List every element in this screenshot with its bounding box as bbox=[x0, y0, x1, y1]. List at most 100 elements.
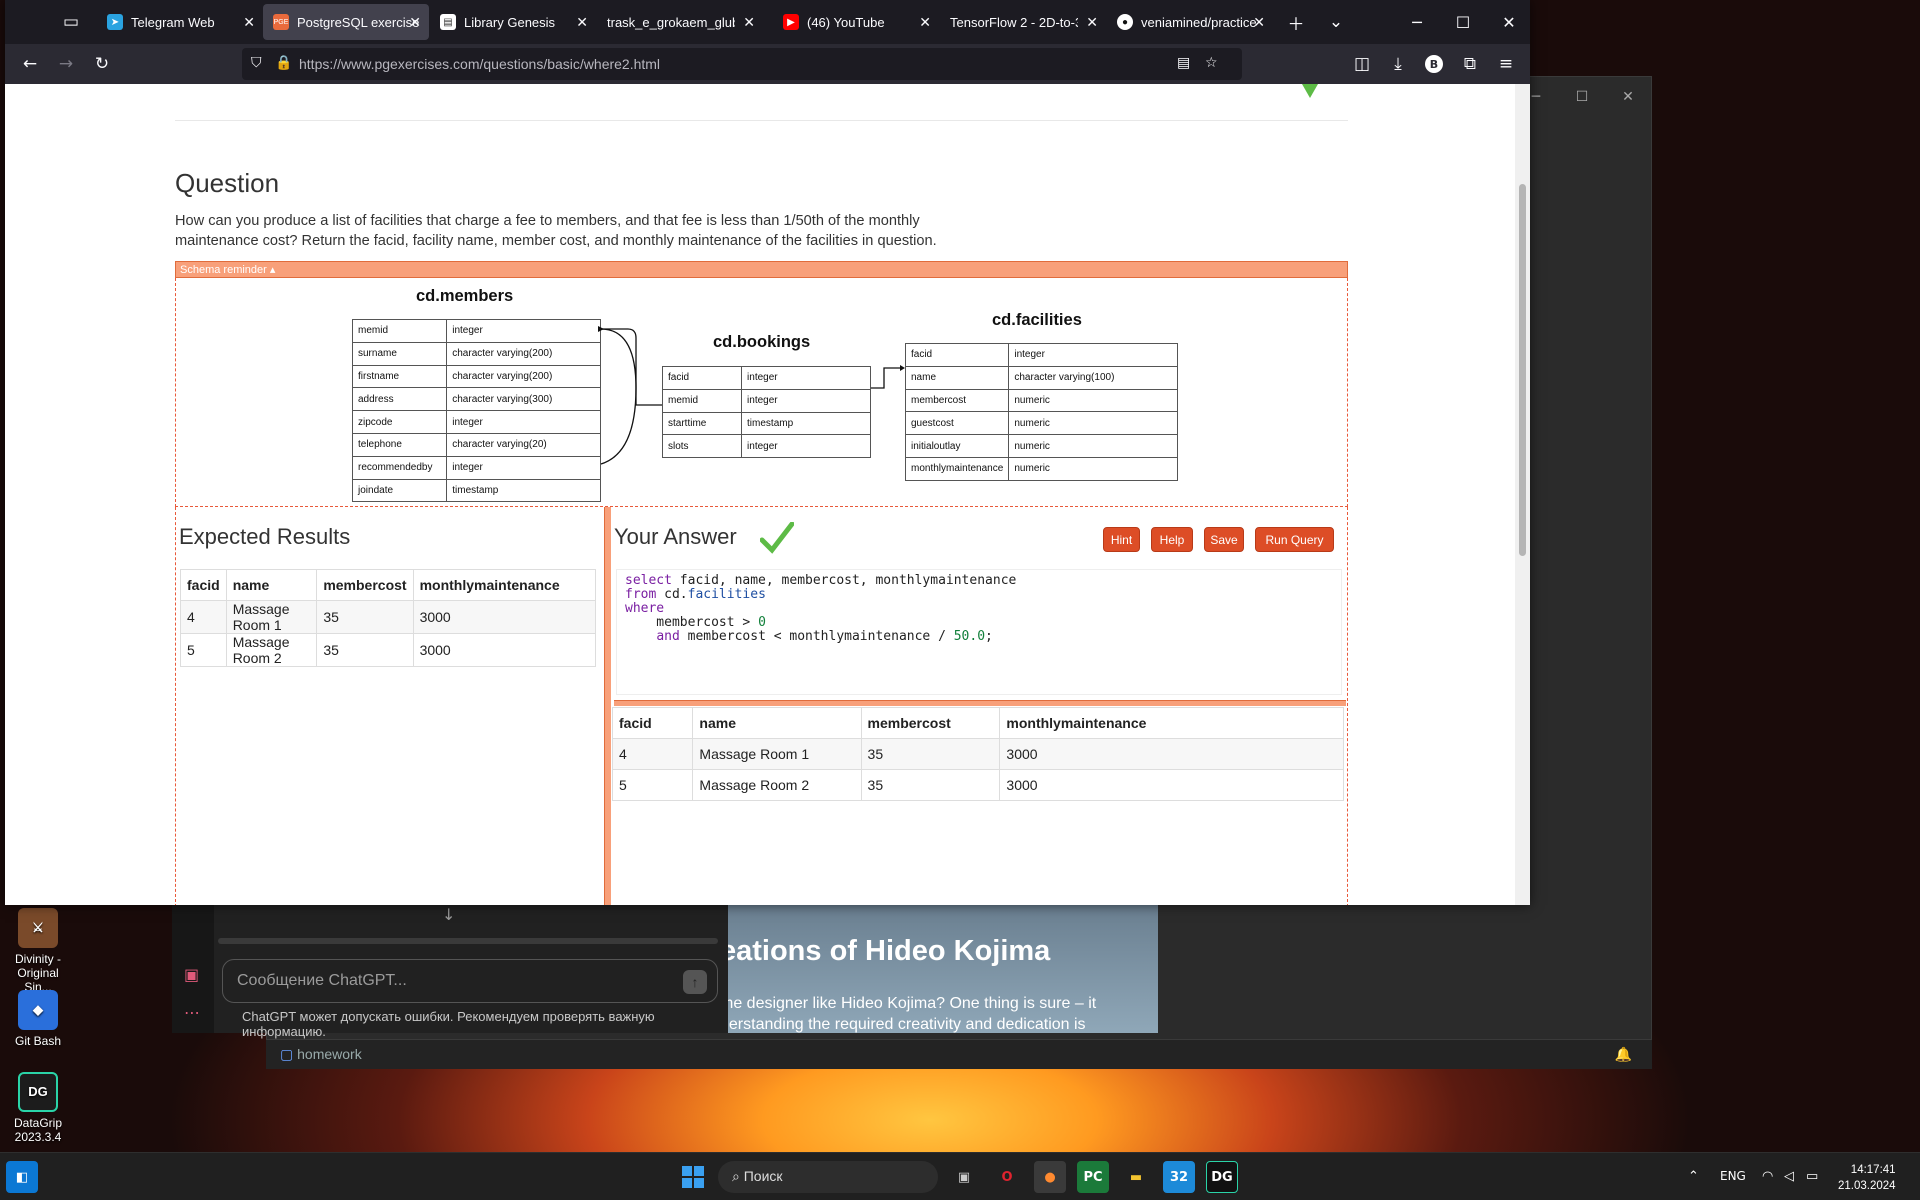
battery-icon[interactable]: ▭ bbox=[1806, 1169, 1818, 1184]
your-answer-title: Your Answer bbox=[614, 524, 737, 549]
check-icon bbox=[760, 522, 794, 554]
extensions-icon[interactable]: ⧉ bbox=[1456, 50, 1484, 78]
code-token: membercost < monthlymaintenance / bbox=[679, 629, 954, 644]
forward-icon[interactable]: → bbox=[52, 50, 80, 78]
table-cell: Massage Room 2 bbox=[225, 633, 318, 667]
task-view-icon[interactable]: ▣ bbox=[948, 1161, 980, 1193]
scrollbar-thumb[interactable] bbox=[1519, 184, 1526, 556]
chevron-down-icon[interactable]: ⌄ bbox=[1322, 8, 1350, 36]
clock[interactable]: 14:17:41 21.03.2024 bbox=[1838, 1162, 1896, 1194]
tab-label: (46) YouTube bbox=[807, 14, 885, 30]
telegram-icon: ➤ bbox=[107, 14, 123, 30]
chatgpt-scrollbar[interactable] bbox=[218, 938, 718, 944]
schema-diagram: cd.members memid integer surname character … bbox=[175, 278, 1348, 507]
file-explorer-icon[interactable]: ▬ bbox=[1120, 1161, 1152, 1193]
relation-line bbox=[601, 328, 662, 406]
tab-youtube[interactable]: ▶ (46) YouTube ✕ bbox=[773, 4, 939, 40]
folder-icon: ▢ bbox=[280, 1046, 298, 1062]
reload-icon[interactable]: ↻ bbox=[88, 50, 116, 78]
tab-library-genesis[interactable]: ▤ Library Genesis ✕ bbox=[430, 4, 596, 40]
close-icon[interactable]: ✕ bbox=[576, 14, 588, 31]
hint-button[interactable]: Hint bbox=[1103, 527, 1140, 552]
github-icon: ● bbox=[1117, 14, 1133, 30]
wifi-icon[interactable]: ◠ bbox=[1762, 1169, 1773, 1184]
url-text[interactable]: https://www.pgexercises.com/questions/ba… bbox=[299, 56, 660, 72]
bookmark-star-icon[interactable]: ☆ bbox=[1205, 55, 1218, 71]
new-tab-icon[interactable]: ＋ bbox=[1282, 8, 1310, 36]
image-icon[interactable]: ▣ bbox=[184, 965, 199, 984]
close-window-icon[interactable]: ✕ bbox=[1486, 0, 1530, 44]
menu-icon[interactable]: ≡ bbox=[1492, 50, 1520, 78]
taskbar-search[interactable]: ⌕ Поиск bbox=[718, 1161, 938, 1193]
close-icon[interactable]: ✕ bbox=[1253, 14, 1265, 31]
volume-icon[interactable]: ◁ bbox=[1784, 1169, 1794, 1184]
close-icon[interactable]: ✕ bbox=[1605, 77, 1651, 117]
code-line: select facid, name, membercost, monthlym… bbox=[625, 574, 1333, 588]
url-bar[interactable]: ⛉ 🔒 https://www.pgexercises.com/question… bbox=[242, 48, 1242, 80]
table-cell: Massage Room 2 bbox=[692, 769, 862, 801]
app-32-icon[interactable]: 32 bbox=[1163, 1161, 1195, 1193]
tab-list-icon[interactable]: ▭ bbox=[57, 8, 85, 36]
code-line: where bbox=[625, 602, 1333, 616]
pocket-icon[interactable]: ◫ bbox=[1348, 50, 1376, 78]
shield-icon[interactable]: ⛉ bbox=[251, 55, 262, 71]
maximize-icon[interactable]: ☐ bbox=[1440, 0, 1486, 44]
schema-reminder-toggle[interactable]: Schema reminder ▴ bbox=[175, 261, 1348, 278]
bell-icon[interactable]: 🔔 bbox=[1615, 1046, 1632, 1063]
table-cell: 3000 bbox=[999, 769, 1344, 801]
table-cell: 3000 bbox=[412, 600, 597, 634]
send-icon[interactable]: ↑ bbox=[683, 970, 707, 994]
download-icon[interactable]: ⤓ bbox=[1384, 50, 1412, 78]
desktop-icon-divinity[interactable]: ⚔ Divinity - Original Sin... bbox=[2, 908, 74, 994]
firefox-icon[interactable]: ● bbox=[1034, 1161, 1066, 1193]
chevron-up-icon[interactable]: ⌃ bbox=[1688, 1169, 1699, 1184]
close-icon[interactable]: ✕ bbox=[1086, 14, 1098, 31]
git-bash-icon: ◆ bbox=[18, 990, 58, 1030]
close-icon[interactable]: ✕ bbox=[243, 14, 255, 31]
help-button[interactable]: Help bbox=[1151, 527, 1193, 552]
pgexercises-icon: PGE bbox=[273, 14, 289, 30]
page-scrollbar[interactable] bbox=[1515, 84, 1530, 905]
tab-github[interactable]: ● veniamined/practice ✕ bbox=[1107, 4, 1273, 40]
save-button[interactable]: Save bbox=[1204, 527, 1244, 552]
tab-trask[interactable]: trask_e_grokaem_glubok ✕ bbox=[597, 4, 763, 40]
question-text: How can you produce a list of facilities… bbox=[175, 213, 937, 249]
tab-telegram[interactable]: ➤ Telegram Web ✕ bbox=[97, 4, 263, 40]
panel-splitter[interactable] bbox=[604, 507, 611, 905]
profile-avatar[interactable]: B bbox=[1420, 50, 1448, 78]
minimize-icon[interactable]: ─ bbox=[1394, 0, 1440, 44]
column-header: facid bbox=[180, 569, 227, 601]
close-icon[interactable]: ✕ bbox=[409, 14, 421, 31]
chatgpt-message-input[interactable]: Сообщение ChatGPT... ↑ bbox=[222, 959, 718, 1003]
close-icon[interactable]: ✕ bbox=[919, 14, 931, 31]
taskbar: ◧ ⌕ Поиск ▣ O ● PC ▬ 32 DG ⌃ ENG ◠ ◁ ▭ 1… bbox=[0, 1152, 1920, 1200]
pycharm-icon[interactable]: PC bbox=[1077, 1161, 1109, 1193]
sql-editor[interactable]: select facid, name, membercost, monthlym… bbox=[616, 569, 1342, 695]
editor-results-divider[interactable] bbox=[614, 700, 1346, 706]
start-icon[interactable] bbox=[677, 1161, 709, 1193]
desktop-icon-label: DataGrip 2023.3.4 bbox=[13, 1116, 63, 1144]
widgets-icon[interactable]: ◧ bbox=[6, 1161, 38, 1193]
opera-icon[interactable]: O bbox=[991, 1161, 1023, 1193]
tab-postgresql[interactable]: PGE PostgreSQL exercises ✕ bbox=[263, 4, 429, 40]
maximize-icon[interactable]: ☐ bbox=[1559, 77, 1605, 117]
tab-tensorflow[interactable]: TensorFlow 2 - 2D-to-3D ✕ bbox=[940, 4, 1106, 40]
desktop-icon-datagrip[interactable]: DG DataGrip 2023.3.4 bbox=[2, 1072, 74, 1144]
lock-icon[interactable]: 🔒 bbox=[275, 55, 292, 71]
book-icon: ▤ bbox=[440, 14, 456, 30]
language-indicator[interactable]: ENG bbox=[1720, 1169, 1746, 1183]
search-icon: ⌕ bbox=[732, 1168, 744, 1184]
scroll-down-icon[interactable]: ↓ bbox=[442, 905, 455, 924]
column-header: name bbox=[692, 707, 862, 739]
datagrip-taskbar-icon[interactable]: DG bbox=[1206, 1161, 1238, 1193]
table-cell: 35 bbox=[860, 769, 1001, 801]
more-icon[interactable]: ⋯ bbox=[184, 1003, 200, 1022]
footer-label[interactable]: homework bbox=[297, 1046, 362, 1062]
back-icon[interactable]: ← bbox=[16, 50, 44, 78]
reader-view-icon[interactable]: ▤ bbox=[1177, 55, 1190, 71]
desktop-icon-git-bash[interactable]: ◆ Git Bash bbox=[2, 990, 74, 1048]
close-icon[interactable]: ✕ bbox=[743, 14, 755, 31]
code-token: select bbox=[625, 573, 672, 588]
run-query-button[interactable]: Run Query bbox=[1255, 527, 1334, 552]
expected-results-title: Expected Results bbox=[179, 524, 351, 549]
